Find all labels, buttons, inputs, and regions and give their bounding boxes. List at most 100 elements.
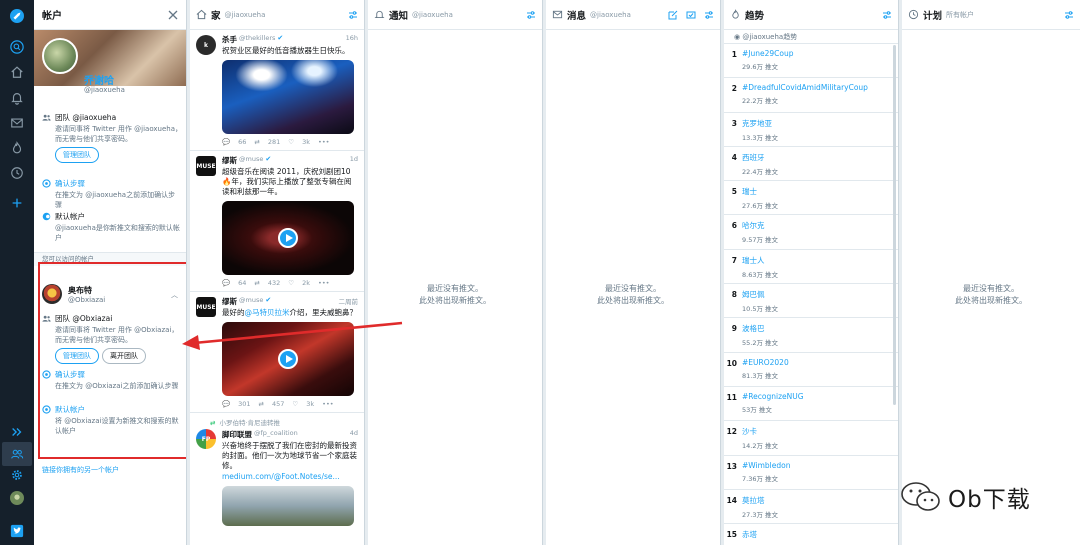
expand-chevron-icon[interactable]	[6, 421, 28, 443]
trend-item[interactable]: 11 #RecognizeNUG 53万 推文	[724, 387, 898, 422]
tweet-time[interactable]: 1d	[350, 155, 358, 166]
trend-item[interactable]: 9 波格巴 55.2万 推文	[724, 318, 898, 353]
tweet-item[interactable]: ⇄ 小罗伯特·肯尼迪转推 FP 脚印联盟 @fp_coalition 4d 兴奋地…	[190, 413, 364, 530]
tweet-item[interactable]: k 杀手 @thekillers ✔ 16h 祝贺业区最好的低音播放器生日快乐。…	[190, 30, 364, 151]
secondary-avatar[interactable]	[42, 284, 62, 304]
toggle-on-icon[interactable]	[42, 212, 51, 221]
clock-icon[interactable]	[6, 162, 28, 184]
close-icon[interactable]	[168, 10, 178, 20]
trend-item[interactable]: 10 #EURO2020 81.3万 推文	[724, 353, 898, 387]
gear-icon[interactable]	[6, 464, 28, 486]
trend-name[interactable]: 赤塔	[742, 529, 757, 540]
tweet-time[interactable]: 二周前	[339, 296, 359, 307]
reply-icon[interactable]: 💬	[222, 279, 230, 287]
bell-icon[interactable]	[6, 87, 28, 109]
trend-name[interactable]: 沙卡	[742, 426, 778, 437]
tweet-avatar[interactable]: FP	[196, 429, 216, 449]
column-header[interactable]: 计划 所有帐户	[902, 0, 1080, 30]
tweetdeck-logo-icon[interactable]	[6, 5, 28, 27]
confirm-label[interactable]: 确认步骤	[55, 178, 85, 189]
filter-icon[interactable]	[348, 10, 358, 20]
trend-name[interactable]: #Wimbledon	[742, 461, 791, 470]
trend-name[interactable]: 莫拉塔	[742, 495, 778, 506]
column-header[interactable]: 消息 @jiaoxueha	[546, 0, 720, 30]
toggle-off-icon[interactable]	[42, 370, 51, 379]
like-icon[interactable]: ♡	[292, 400, 298, 408]
secondary-confirm-label[interactable]: 确认步骤	[55, 369, 85, 380]
more-icon[interactable]: •••	[318, 279, 330, 287]
more-icon[interactable]: •••	[318, 138, 330, 146]
tweet-media-image[interactable]	[222, 60, 354, 134]
tweet-author[interactable]: 缪斯	[222, 296, 237, 307]
home-icon[interactable]	[6, 61, 28, 83]
tweet-author[interactable]: 缪斯	[222, 155, 237, 166]
like-icon[interactable]: ♡	[288, 138, 294, 146]
trend-name[interactable]: #EURO2020	[742, 358, 789, 367]
reply-icon[interactable]: 💬	[222, 400, 230, 408]
trend-item[interactable]: 4 西班牙 22.4万 推文	[724, 147, 898, 182]
trend-item[interactable]: 12 沙卡 14.2万 推文	[724, 421, 898, 456]
tweet-link[interactable]: medium.com/@Foot.Notes/se...	[222, 472, 358, 482]
tweet-avatar[interactable]: MUSE	[196, 297, 216, 317]
toggle-off-icon[interactable]	[42, 179, 51, 188]
mark-read-icon[interactable]	[686, 10, 696, 20]
trend-item[interactable]: 8 姆巴佩 10.5万 推文	[724, 284, 898, 319]
trend-name[interactable]: 姆巴佩	[742, 289, 778, 300]
reply-icon[interactable]: 💬	[222, 138, 230, 146]
trend-name[interactable]: 哈尔克	[742, 220, 778, 231]
trend-item[interactable]: 1 #June29Coup 29.6万 推文	[724, 44, 898, 79]
plus-icon[interactable]	[6, 192, 28, 214]
trend-item[interactable]: 5 瑞士 27.6万 推文	[724, 181, 898, 216]
trend-name[interactable]: #RecognizeNUG	[742, 392, 804, 401]
search-icon[interactable]	[6, 36, 28, 58]
trend-item[interactable]: 6 哈尔克 9.57万 推文	[724, 215, 898, 250]
tweet-avatar[interactable]: MUSE	[196, 156, 216, 176]
tweet-time[interactable]: 16h	[346, 34, 358, 45]
twitter-bird-icon[interactable]	[6, 520, 28, 542]
trend-name[interactable]: 波格巴	[742, 323, 778, 334]
filter-icon[interactable]	[1064, 10, 1074, 20]
mail-icon[interactable]	[6, 112, 28, 134]
tweet-item[interactable]: MUSE 缪斯 @muse ✔ 1d 超级音乐在阅读 2011，庆祝刘剧团10🔥…	[190, 151, 364, 292]
tweet-author[interactable]: 脚印联盟	[222, 429, 252, 440]
avatar[interactable]	[42, 38, 78, 74]
account-name[interactable]: 乔谢哈	[84, 72, 114, 87]
column-header[interactable]: 家 @jiaoxueha	[190, 0, 364, 30]
trend-name[interactable]: 瑞士	[742, 186, 778, 197]
retweeted-by[interactable]: 小罗伯特·肯尼迪转推	[219, 419, 280, 427]
compose-icon[interactable]	[668, 10, 678, 20]
profile-avatar-icon[interactable]	[6, 487, 28, 509]
retweet-icon[interactable]: ⇄	[259, 400, 264, 408]
trend-item[interactable]: 7 瑞士人 8.63万 推文	[724, 250, 898, 285]
trend-item[interactable]: 14 莫拉塔 27.3万 推文	[724, 490, 898, 525]
trend-item[interactable]: 3 克罗地亚 13.3万 推文	[724, 113, 898, 147]
tweet-media-video[interactable]	[222, 201, 354, 275]
flame-icon[interactable]	[6, 137, 28, 159]
tweet-author[interactable]: 杀手	[222, 34, 237, 45]
column-header[interactable]: 趋势	[724, 0, 898, 30]
retweet-icon[interactable]: ⇄	[254, 279, 259, 287]
tweet-avatar[interactable]: k	[196, 35, 216, 55]
filter-icon[interactable]	[704, 10, 714, 20]
trend-name[interactable]: #June29Coup	[742, 49, 794, 58]
accounts-icon[interactable]	[6, 443, 28, 465]
link-another-account[interactable]: 链接你拥有的另一个帐户	[42, 465, 119, 475]
secondary-account-name[interactable]: 奥布特	[68, 285, 92, 296]
tweet-time[interactable]: 4d	[350, 429, 358, 440]
secondary-manage-team-button[interactable]: 管理团队	[55, 348, 99, 364]
leave-team-button[interactable]: 离开团队	[102, 348, 146, 364]
trend-item[interactable]: 2 #DreadfulCovidAmidMilitaryCoup 22.2万 推文	[724, 78, 898, 113]
trend-item[interactable]: 15 赤塔	[724, 524, 898, 545]
filter-icon[interactable]	[882, 10, 892, 20]
more-icon[interactable]: •••	[322, 400, 334, 408]
trend-name[interactable]: 克罗地亚	[742, 118, 778, 129]
like-icon[interactable]: ♡	[288, 279, 294, 287]
manage-team-button[interactable]: 管理团队	[55, 147, 99, 163]
trend-name[interactable]: 西班牙	[742, 152, 778, 163]
collapse-caret-icon[interactable]: ︿	[171, 290, 178, 300]
trend-name[interactable]: 瑞士人	[742, 255, 778, 266]
filter-icon[interactable]	[526, 10, 536, 20]
trend-item[interactable]: 13 #Wimbledon 7.36万 推文	[724, 456, 898, 490]
retweet-icon[interactable]: ⇄	[254, 138, 259, 146]
toggle-off-icon[interactable]	[42, 405, 51, 414]
